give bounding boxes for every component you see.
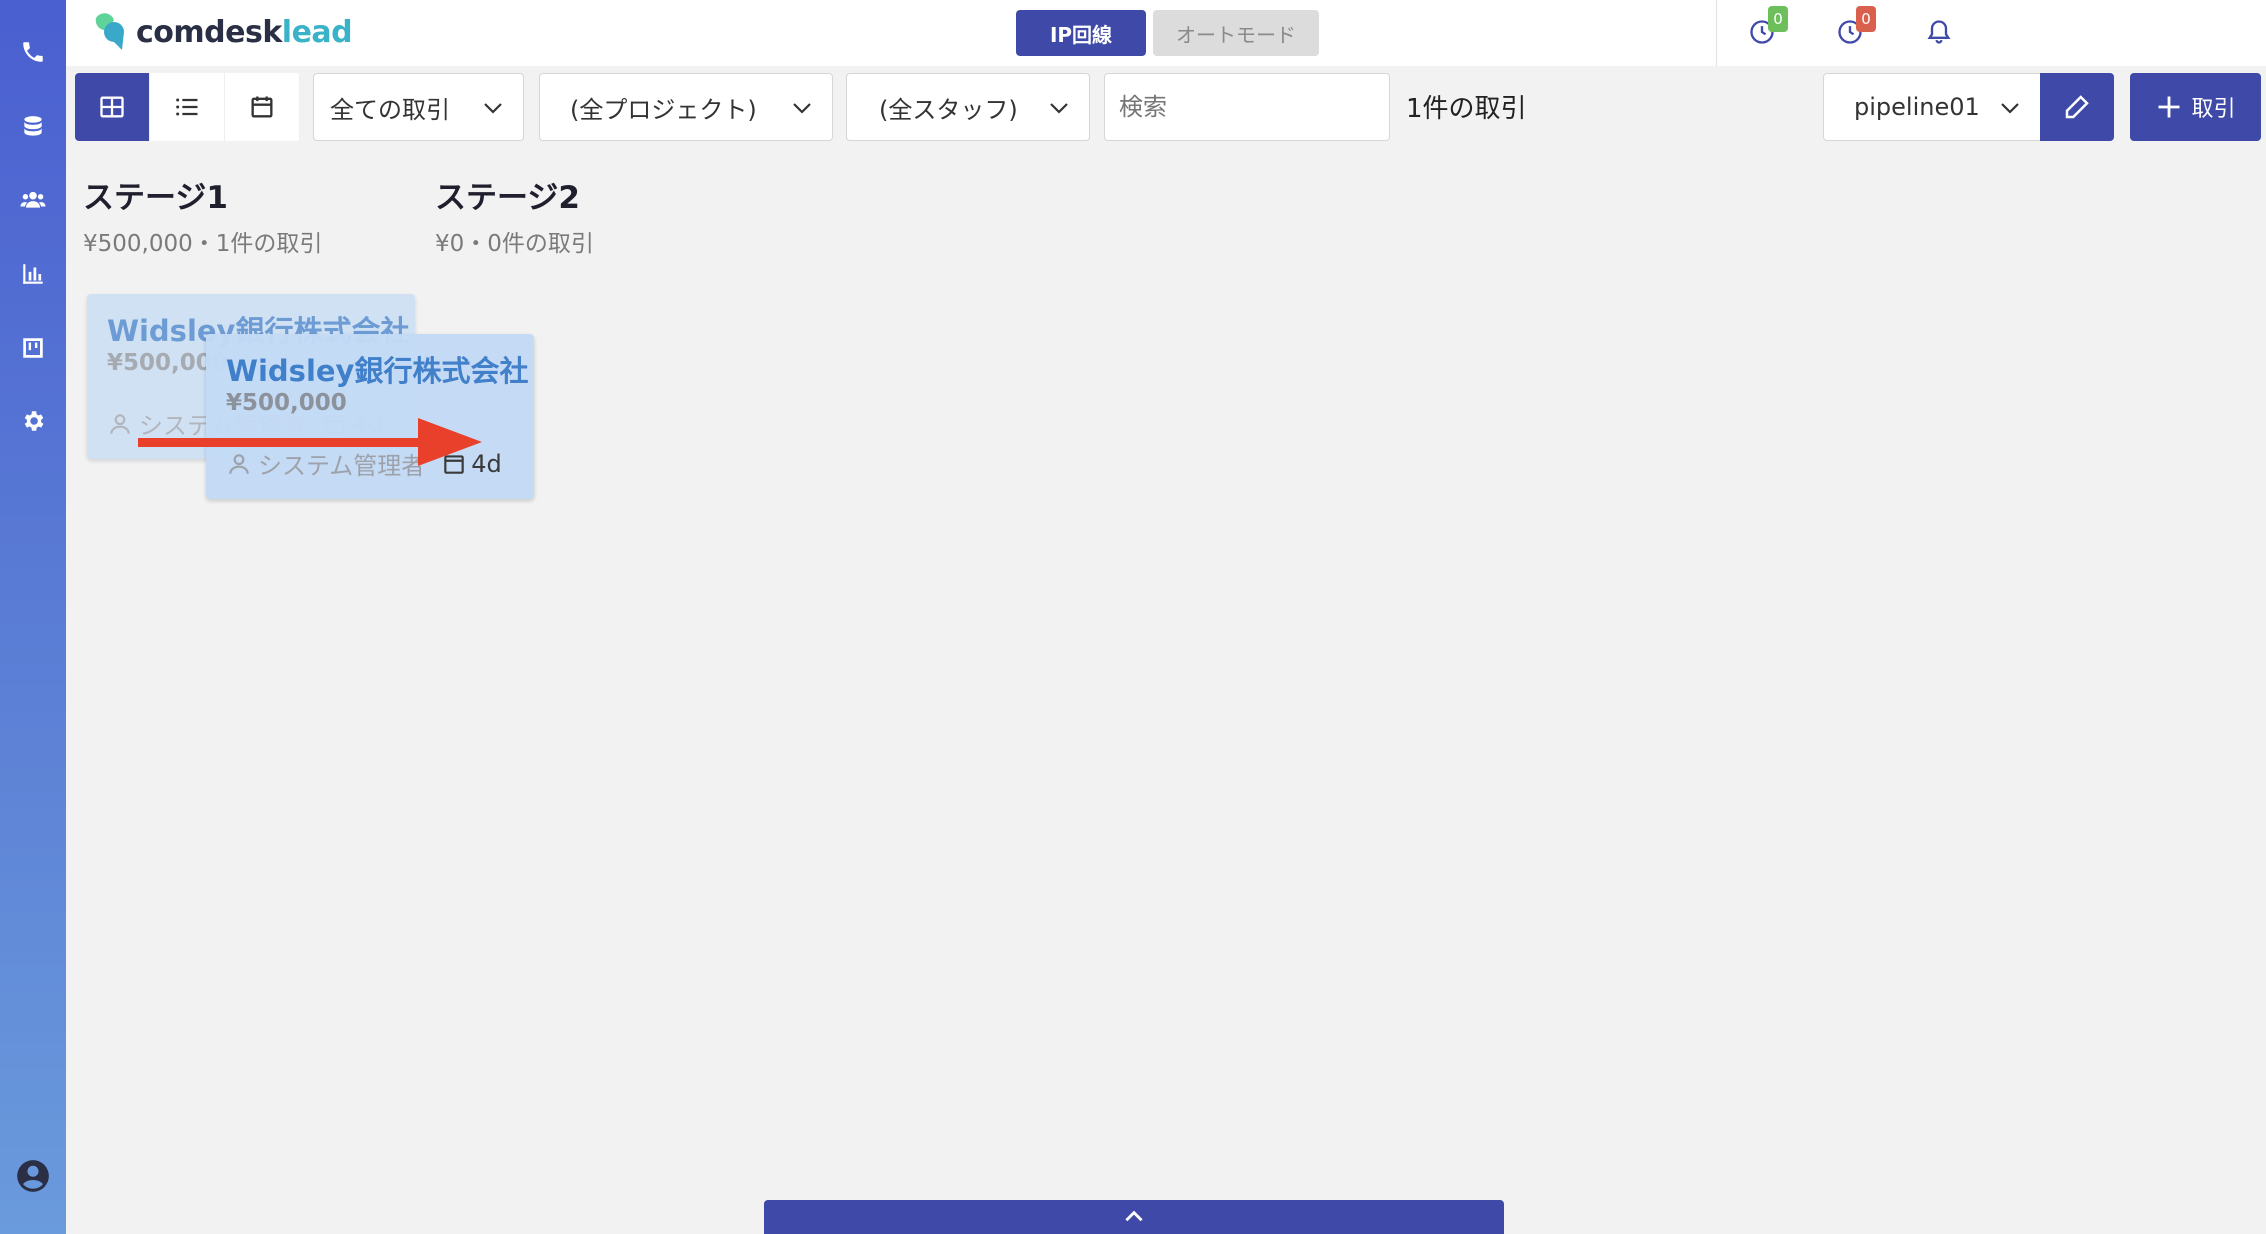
- auto-mode-button[interactable]: オートモード: [1153, 10, 1319, 56]
- logo-text: comdesk: [136, 14, 282, 50]
- timer-green-badge: 0: [1768, 6, 1788, 32]
- list-view-button[interactable]: [150, 73, 225, 141]
- board-view-icon: [100, 96, 124, 118]
- ip-line-mode-button[interactable]: IP回線: [1016, 10, 1146, 56]
- plus-icon: [2158, 96, 2180, 118]
- add-deal-label: 取引: [2191, 97, 2236, 122]
- view-switcher: [75, 73, 300, 141]
- logo-mark-icon: [92, 12, 128, 52]
- bell-icon: [1927, 20, 1951, 44]
- timer-green-button[interactable]: 0: [1748, 6, 1788, 48]
- project-filter-value: (全プロジェクト): [570, 95, 757, 124]
- calendar-view-button[interactable]: [225, 73, 300, 141]
- chart-icon[interactable]: [17, 258, 49, 290]
- timer-red-badge: 0: [1856, 6, 1876, 32]
- stage-1-summary: ¥500,000・1件の取引: [83, 231, 323, 257]
- stage-1-title: ステージ1: [83, 180, 228, 216]
- chevron-down-icon: [2001, 103, 2019, 114]
- add-deal-button[interactable]: 取引: [2130, 73, 2261, 141]
- edit-pipeline-button[interactable]: [2040, 73, 2114, 141]
- deal-card-company: Widsley銀行株式会社: [226, 354, 529, 388]
- search-input[interactable]: [1104, 73, 1390, 141]
- pencil-icon: [2065, 95, 2089, 119]
- settings-icon[interactable]: [17, 405, 49, 437]
- users-icon[interactable]: [17, 184, 49, 216]
- sidebar: [0, 0, 66, 1234]
- header-divider: [1716, 0, 1717, 66]
- staff-filter-value: (全スタッフ): [879, 95, 1018, 124]
- deal-count-label: 1件の取引: [1406, 94, 1527, 124]
- pipeline-select[interactable]: pipeline01: [1823, 73, 2041, 141]
- list-view-icon: [176, 98, 198, 116]
- chevron-down-icon: [1050, 103, 1068, 114]
- stage-2-title: ステージ2: [435, 180, 580, 216]
- timer-red-button[interactable]: 0: [1836, 6, 1876, 48]
- chevron-up-icon: [1125, 1210, 1143, 1222]
- logo-text-accent: lead: [281, 14, 353, 50]
- board-icon[interactable]: [17, 332, 49, 364]
- deal-filter-value: 全ての取引: [330, 95, 450, 124]
- database-icon[interactable]: [17, 111, 49, 143]
- deal-filter-select[interactable]: 全ての取引: [313, 73, 524, 141]
- top-bar: comdesklead IP回線 オートモード 0 0: [66, 0, 2266, 66]
- chevron-down-icon: [484, 103, 502, 114]
- board-view-button[interactable]: [75, 73, 150, 141]
- app-logo[interactable]: comdesklead: [92, 12, 353, 52]
- bottom-panel-toggle[interactable]: [764, 1200, 1504, 1234]
- project-filter-select[interactable]: (全プロジェクト): [539, 73, 833, 141]
- drag-arrow-icon: [138, 418, 482, 466]
- stage-2-summary: ¥0・0件の取引: [435, 231, 594, 257]
- account-icon[interactable]: [13, 1156, 53, 1196]
- pipeline-value: pipeline01: [1854, 93, 1980, 121]
- user-icon: [110, 413, 130, 434]
- chevron-down-icon: [793, 103, 811, 114]
- calendar-view-icon: [251, 96, 273, 118]
- notification-button[interactable]: [1925, 18, 1955, 48]
- staff-filter-select[interactable]: (全スタッフ): [846, 73, 1090, 141]
- phone-icon[interactable]: [17, 36, 49, 68]
